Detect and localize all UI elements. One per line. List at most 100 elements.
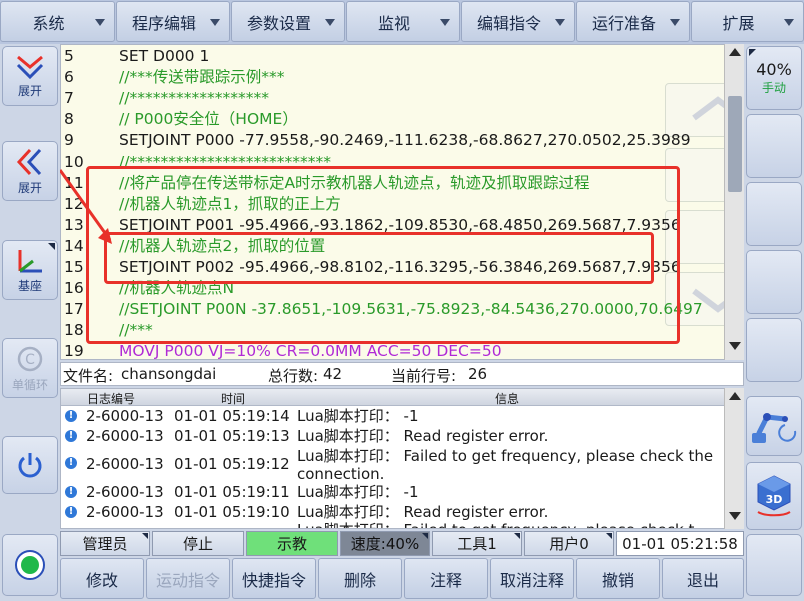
chevron-down-icon (784, 19, 794, 26)
filename-value: chansongdai (121, 365, 217, 383)
menu-edit-instruction[interactable]: 编辑指令 (461, 1, 575, 42)
power-icon (18, 453, 42, 478)
code-text: SET D000 1 (119, 47, 210, 65)
user-role-status[interactable]: 管理员 (60, 531, 150, 556)
dropdown-corner-icon (606, 533, 612, 539)
log-table-header: 日志编号 时间 信息 (61, 389, 725, 406)
green-status-light-icon (15, 550, 45, 580)
menu-program-edit[interactable]: 程序编辑 (116, 1, 230, 42)
menu-run-preparation[interactable]: 运行准备 (576, 1, 690, 42)
expand-label: 展开 (17, 83, 42, 98)
speed-status[interactable]: 速度:40% (340, 531, 430, 556)
exit-button[interactable]: 退出 (662, 558, 744, 599)
3d-cube-icon: 3D (757, 475, 791, 517)
log-time: 01-01 05:19:12 (174, 455, 290, 473)
base-frame-button[interactable]: 基座 (2, 240, 58, 300)
scroll-up-icon[interactable] (729, 48, 741, 56)
menu-label: 系统 (32, 13, 65, 33)
code-line[interactable]: 9 SETJOINT P000 -77.9558,-90.2469,-111.62… (61, 130, 725, 151)
log-message: Lua脚本打印： Read register error. (297, 503, 549, 521)
log-row[interactable]: Lua脚本打印： Failed to get frequency, please… (61, 521, 725, 528)
chevron-down-icon (555, 19, 565, 26)
expand-down-button[interactable]: 展开 (2, 46, 58, 106)
coordinate-axes-icon (18, 249, 42, 272)
button-label: 运动指令 (155, 570, 220, 590)
log-table[interactable]: 日志编号 时间 信息 ! 2-6000-13 01-01 05:19:14 Lua脚本… (60, 388, 744, 529)
line-number: 6 (64, 68, 74, 87)
log-message: Lua脚本打印： Failed to get frequency, please… (297, 521, 717, 528)
right-side-button-5[interactable] (746, 318, 802, 382)
info-icon: ! (65, 457, 77, 469)
menu-label: 扩展 (722, 13, 755, 33)
log-code: 2-6000-13 (86, 407, 164, 425)
comment-button[interactable]: 注释 (404, 558, 488, 599)
right-side-button-2[interactable] (746, 114, 802, 178)
robot-arm-view-button[interactable] (746, 396, 802, 456)
quick-instruction-button[interactable]: 快捷指令 (232, 558, 316, 599)
log-row[interactable]: ! 2-6000-13 01-01 05:19:10 Lua脚本打印： Read re… (61, 503, 725, 521)
power-button[interactable] (2, 436, 58, 494)
scroll-up-icon[interactable] (729, 392, 741, 400)
log-message: Lua脚本打印： -1 (297, 407, 419, 425)
info-icon: ! (65, 486, 77, 498)
motion-instruction-button[interactable]: 运动指令 (146, 558, 230, 599)
expand-left-button[interactable]: 展开 (2, 141, 58, 201)
double-chevron-down-icon (16, 55, 44, 79)
menu-label: 参数设置 (246, 13, 311, 33)
undo-button[interactable]: 撤销 (576, 558, 660, 599)
info-icon: ! (65, 430, 77, 442)
modify-button[interactable]: 修改 (60, 558, 144, 599)
speed-mode-button[interactable]: 40% 手动 (746, 46, 802, 110)
right-side-button-4[interactable] (746, 250, 802, 314)
chevron-down-icon (670, 19, 680, 26)
log-message: Lua脚本打印： Failed to get frequency, please… (297, 447, 714, 483)
scroll-down-icon[interactable] (729, 512, 741, 520)
expand-label: 展开 (17, 180, 42, 195)
mode-value: 示教 (276, 535, 307, 553)
filename-label: 文件名: (63, 367, 114, 385)
log-row[interactable]: ! 2-6000-13 01-01 05:19:14 Lua脚本打印： -1 (61, 407, 725, 427)
dropdown-corner-icon (142, 533, 148, 539)
right-side-button-bottom[interactable] (746, 534, 802, 596)
menu-extension[interactable]: 扩展 (691, 1, 804, 42)
mode-label: 手动 (761, 81, 786, 95)
scroll-down-icon[interactable] (729, 342, 741, 350)
code-text: //****************** (119, 89, 269, 108)
chevron-down-icon (210, 19, 220, 26)
log-code: 2-6000-13 (86, 427, 164, 445)
total-lines-value: 42 (323, 365, 343, 383)
code-line[interactable]: 7 //****************** (61, 88, 725, 109)
menu-system[interactable]: 系统 (0, 1, 115, 42)
log-row[interactable]: ! 2-6000-13 01-01 05:19:13 Lua脚本打印： Read re… (61, 427, 725, 447)
button-label: 快捷指令 (241, 570, 306, 590)
menu-monitor[interactable]: 监视 (346, 1, 460, 42)
svg-text:C: C (25, 352, 35, 368)
button-label: 撤销 (601, 570, 634, 590)
line-number: 7 (64, 89, 74, 108)
code-line[interactable]: 5 SET D000 1 (61, 46, 725, 67)
code-text: // P000安全位（HOME） (119, 110, 298, 129)
scrollbar-thumb[interactable] (728, 96, 742, 192)
status-indicator-button[interactable] (2, 534, 58, 596)
log-row[interactable]: ! 2-6000-13 01-01 05:19:12 Lua脚本打印： Failed … (61, 447, 725, 483)
log-row[interactable]: ! 2-6000-13 01-01 05:19:11 Lua脚本打印： -1 (61, 483, 725, 503)
code-line[interactable]: 8 // P000安全位（HOME） (61, 109, 725, 130)
3d-view-button[interactable]: 3D (746, 462, 802, 530)
single-cycle-label: 单循环 (11, 377, 48, 392)
menu-parameter-settings[interactable]: 参数设置 (231, 1, 345, 42)
single-cycle-button[interactable]: C 单循环 (2, 338, 58, 398)
delete-button[interactable]: 删除 (318, 558, 402, 599)
svg-text:3D: 3D (766, 493, 783, 506)
right-side-button-3[interactable] (746, 182, 802, 246)
uncomment-button[interactable]: 取消注释 (490, 558, 574, 599)
user-frame-status[interactable]: 用户0 (524, 531, 614, 556)
code-line[interactable]: 6 //***传送带跟踪示例*** (61, 67, 725, 88)
log-message: Lua脚本打印： -1 (297, 483, 419, 501)
tool-status[interactable]: 工具1 (432, 531, 522, 556)
editor-scrollbar[interactable] (724, 44, 744, 360)
run-state-status: 停止 (152, 531, 244, 556)
dropdown-corner-icon (749, 49, 756, 56)
log-scrollbar[interactable] (724, 388, 744, 529)
code-line[interactable]: 19 MOVJ P000 VJ=10% CR=0.0MM ACC=50 DEC=5… (61, 341, 725, 359)
code-text: //***传送带跟踪示例*** (119, 68, 285, 87)
